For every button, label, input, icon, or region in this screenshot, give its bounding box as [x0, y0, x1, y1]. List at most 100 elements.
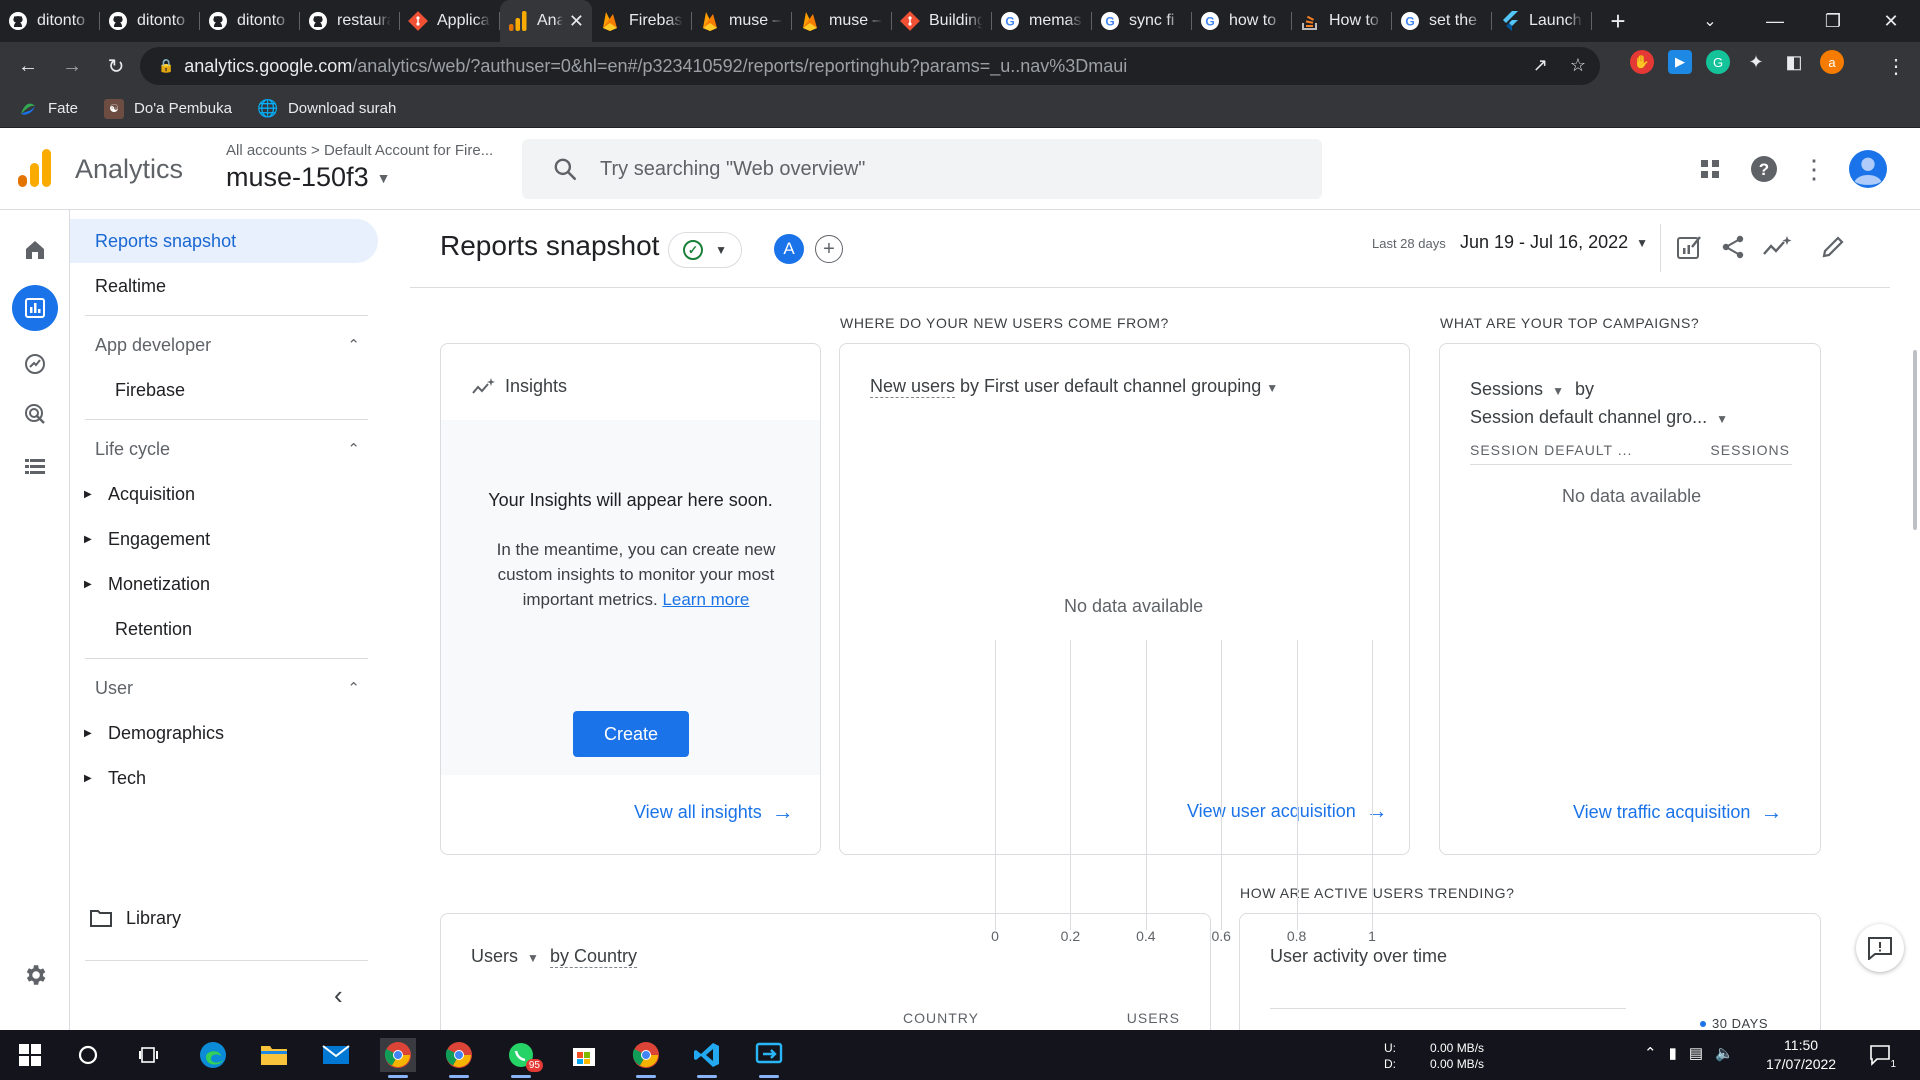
customize-report-icon[interactable] — [1672, 230, 1706, 264]
comparison-avatar[interactable]: A — [774, 234, 804, 264]
collapse-drawer-icon[interactable]: ‹ — [334, 980, 343, 1011]
nav-realtime[interactable]: Realtime — [70, 264, 378, 308]
metric-users[interactable]: Users — [471, 946, 518, 966]
chevron-up-icon[interactable]: ⌃ — [1644, 1044, 1657, 1062]
browser-tab[interactable]: restaurant — [300, 0, 400, 42]
metric-new-users[interactable]: New users — [870, 376, 956, 398]
search-bar[interactable] — [522, 139, 1322, 199]
report-status-chip[interactable]: ✓ ▼ — [668, 232, 742, 268]
restore-icon[interactable]: ❐ — [1804, 0, 1862, 42]
whatsapp-icon[interactable]: 95 — [503, 1038, 543, 1078]
browser-tab[interactable]: Analytics ✕ — [500, 0, 592, 42]
bookmark-fate[interactable]: Fate — [18, 99, 78, 119]
home-icon[interactable] — [12, 227, 58, 273]
notification-center-icon[interactable]: 1 — [1862, 1038, 1898, 1072]
configure-icon[interactable] — [12, 444, 58, 490]
chrome-profile-1-icon[interactable] — [380, 1038, 416, 1078]
browser-tab[interactable]: Firebase — [592, 0, 692, 42]
browser-tab[interactable]: Gset the — [1392, 0, 1492, 42]
feedback-icon[interactable] — [1856, 924, 1904, 972]
edge-icon[interactable] — [195, 1038, 231, 1072]
browser-tab[interactable]: How to — [1292, 0, 1392, 42]
apps-grid-icon[interactable] — [1691, 150, 1729, 188]
chrome-profile-3-icon[interactable] — [628, 1038, 664, 1078]
nav-retention[interactable]: Retention — [70, 607, 378, 651]
forward-icon[interactable]: → — [50, 46, 94, 86]
extension-red-icon[interactable]: ✋ — [1630, 50, 1654, 74]
chrome-menu-icon[interactable]: ⋮ — [1886, 54, 1906, 79]
browser-tab[interactable]: ditonto — [200, 0, 300, 42]
side-panel-icon[interactable]: ◧ — [1782, 50, 1806, 74]
chrome-profile-2-icon[interactable] — [441, 1038, 477, 1078]
nav-demographics[interactable]: ▶ Demographics — [70, 711, 378, 755]
vscode-icon[interactable] — [689, 1038, 725, 1078]
file-explorer-icon[interactable] — [256, 1038, 292, 1072]
address-bar[interactable]: 🔒 analytics.google.com/analytics/web/?au… — [140, 47, 1600, 85]
view-all-insights-link[interactable]: View all insights → — [634, 799, 794, 825]
close-window-icon[interactable]: ✕ — [1862, 0, 1920, 42]
bookmark-star-icon[interactable]: ☆ — [1570, 55, 1586, 76]
nav-monetization[interactable]: ▶ Monetization — [70, 562, 378, 606]
view-traffic-acquisition-link[interactable]: View traffic acquisition → — [1573, 799, 1782, 825]
mail-icon[interactable] — [318, 1038, 354, 1072]
clock[interactable]: 11:50 17/07/2022 — [1766, 1036, 1836, 1074]
nav-reports-snapshot[interactable]: Reports snapshot — [70, 219, 378, 263]
reports-icon[interactable] — [12, 285, 58, 331]
dimension-country[interactable]: by Country — [549, 946, 637, 968]
new-users-card-title[interactable]: New users by First user default channel … — [870, 376, 1278, 398]
reload-icon[interactable]: ↻ — [94, 46, 138, 86]
explore-icon[interactable] — [12, 341, 58, 387]
edit-pencil-icon[interactable] — [1816, 230, 1850, 264]
puzzle-extensions-icon[interactable]: ✦ — [1744, 50, 1768, 74]
task-view-icon[interactable] — [131, 1038, 167, 1072]
column-header-country[interactable]: COUNTRY — [903, 1010, 979, 1026]
browser-tab[interactable]: muse – — [792, 0, 892, 42]
browser-tab[interactable]: Application — [400, 0, 500, 42]
column-header-users[interactable]: USERS — [1127, 1010, 1180, 1026]
nav-section-life-cycle[interactable]: Life cycle ⌃ — [70, 427, 370, 471]
browser-tab[interactable]: Launch — [1492, 0, 1592, 42]
browser-tab[interactable]: Gmemas — [992, 0, 1092, 42]
network-icon[interactable]: ▤ — [1689, 1044, 1703, 1062]
users-by-country-title[interactable]: Users ▼ by Country — [471, 946, 637, 968]
tab-search-icon[interactable]: ⌄ — [1690, 0, 1730, 42]
browser-tab[interactable]: Gsync fi — [1092, 0, 1192, 42]
nav-section-user[interactable]: User ⌃ — [70, 666, 370, 710]
settings-gear-icon[interactable] — [12, 952, 58, 998]
grammarly-icon[interactable]: G — [1706, 50, 1730, 74]
extension-blue-icon[interactable]: ▶ — [1668, 50, 1692, 74]
create-insight-button[interactable]: Create — [573, 711, 689, 757]
help-icon[interactable]: ? — [1745, 150, 1783, 188]
property-selector[interactable]: muse-150f3 ▼ — [226, 162, 390, 193]
new-tab-button[interactable]: + — [1598, 0, 1638, 42]
nav-firebase[interactable]: Firebase — [70, 368, 378, 412]
volume-icon[interactable]: 🔈 — [1715, 1044, 1734, 1062]
bookmark-doa-pembuka[interactable]: ☯ Do'a Pembuka — [104, 98, 232, 119]
profile-avatar[interactable]: a — [1820, 50, 1844, 74]
learn-more-link[interactable]: Learn more — [662, 590, 749, 609]
column-header-session-default[interactable]: SESSION DEFAULT ... — [1470, 442, 1632, 458]
browser-tab[interactable]: muse – — [692, 0, 792, 42]
minimize-icon[interactable]: — — [1746, 0, 1804, 42]
metric-sessions[interactable]: Sessions — [1470, 379, 1543, 399]
account-avatar[interactable] — [1849, 150, 1887, 188]
browser-tab[interactable]: Building — [892, 0, 992, 42]
search-input[interactable] — [600, 157, 1280, 181]
bookmark-download-surah[interactable]: 🌐 Download surah — [257, 99, 396, 119]
insights-sparkle-icon[interactable] — [1760, 230, 1794, 264]
browser-tab[interactable]: Ghow to — [1192, 0, 1292, 42]
add-comparison-icon[interactable]: + — [815, 235, 843, 263]
nav-engagement[interactable]: ▶ Engagement — [70, 517, 378, 561]
nav-tech[interactable]: ▶ Tech — [70, 756, 378, 800]
column-header-sessions[interactable]: SESSIONS — [1710, 442, 1790, 458]
share-icon[interactable]: ↗ — [1533, 55, 1548, 76]
analytics-logo-icon[interactable] — [18, 149, 52, 187]
battery-icon[interactable]: ▮ — [1669, 1044, 1677, 1062]
search-circle-icon[interactable] — [70, 1038, 106, 1072]
campaigns-card-title[interactable]: Sessions ▼ by Session default channel gr… — [1470, 376, 1728, 432]
browser-tab[interactable]: ditonto — [0, 0, 100, 42]
windows-start-icon[interactable] — [12, 1038, 48, 1072]
more-vert-icon[interactable]: ⋮ — [1795, 150, 1833, 188]
nav-acquisition[interactable]: ▶ Acquisition — [70, 472, 378, 516]
microsoft-store-icon[interactable] — [566, 1038, 602, 1072]
